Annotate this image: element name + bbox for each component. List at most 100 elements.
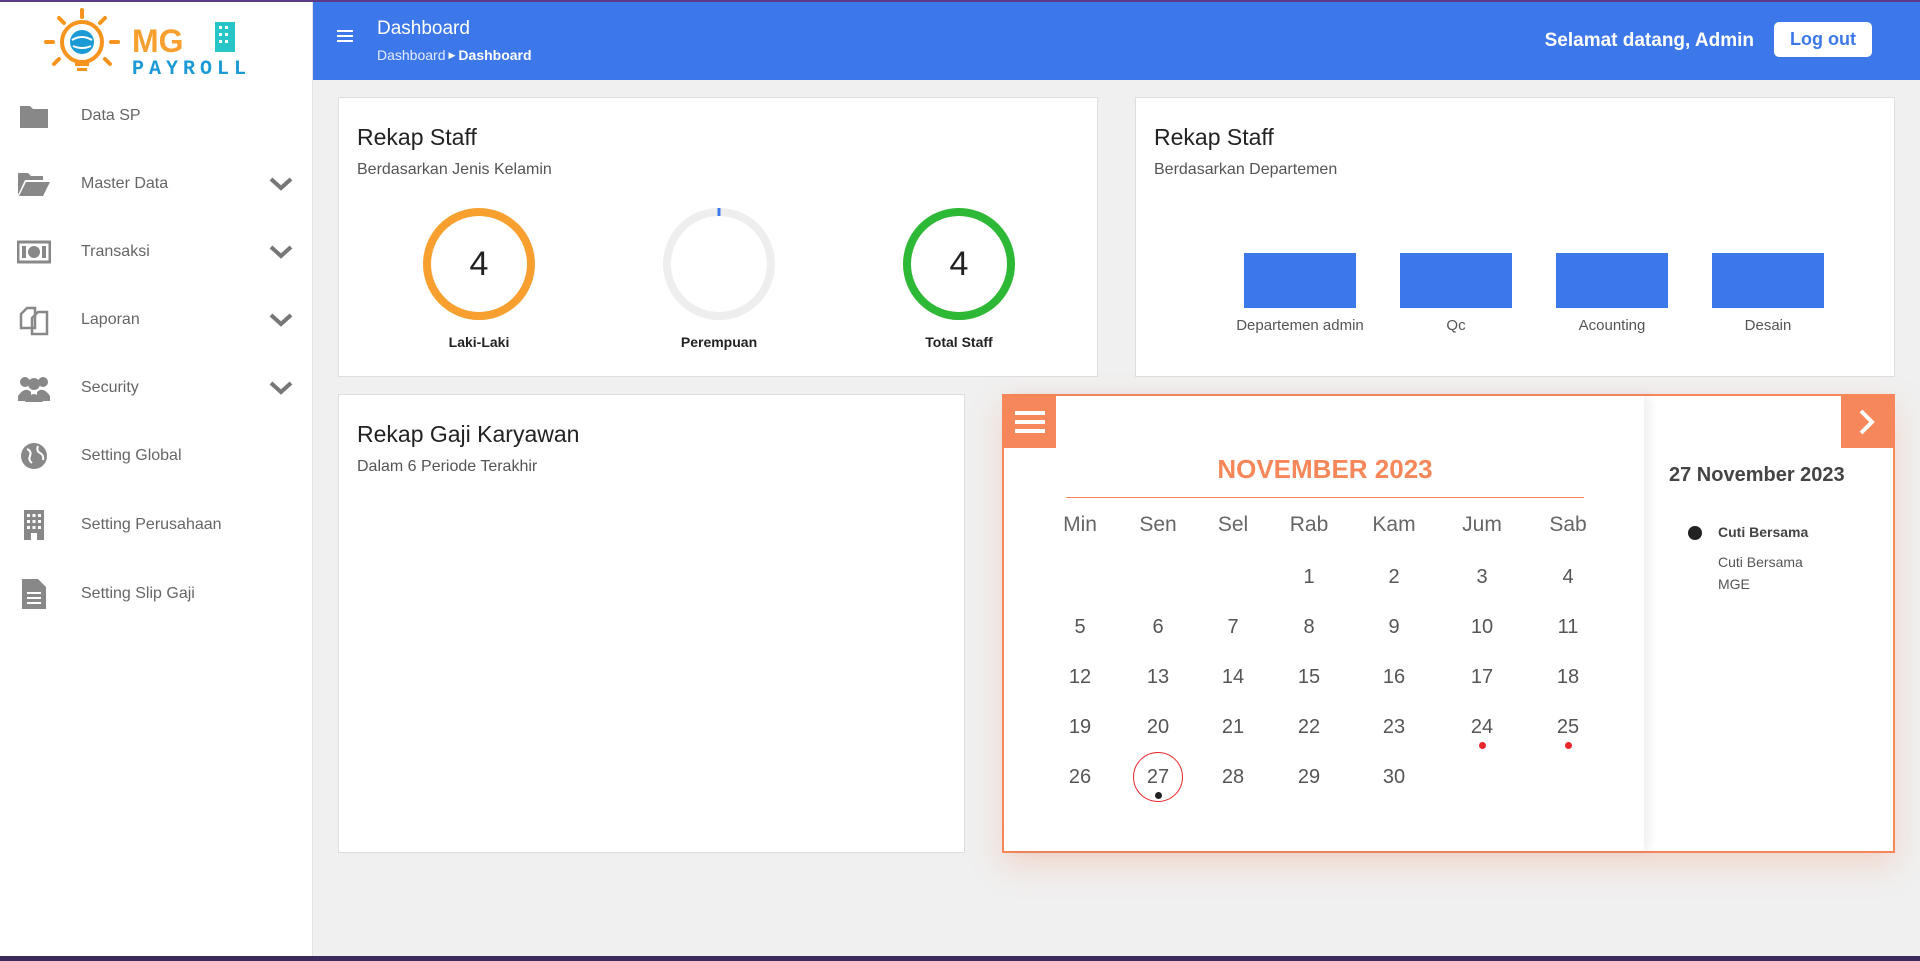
event-marker-dot (1154, 792, 1162, 799)
sidebar-item-setting-perusahaan[interactable]: Setting Perusahaan (0, 497, 313, 553)
calendar-day[interactable]: 21 (1208, 702, 1258, 752)
calendar-menu-button[interactable] (1004, 396, 1056, 448)
bar-label: Desain (1744, 317, 1792, 334)
staff-gender-card: Rekap Staff Berdasarkan Jenis Kelamin 4 … (338, 97, 1098, 377)
chevron-down-icon[interactable] (268, 171, 294, 197)
donut-perempuan (661, 206, 777, 322)
calendar-day[interactable]: 5 (1055, 602, 1105, 652)
window-top-edge (0, 0, 1920, 2)
calendar-day[interactable]: 3 (1457, 552, 1507, 602)
calendar-day[interactable]: 15 (1284, 652, 1334, 702)
card-subtitle: Berdasarkan Departemen (1154, 161, 1338, 178)
calendar-day[interactable]: 17 (1457, 652, 1507, 702)
calendar-day[interactable]: 6 (1133, 602, 1183, 652)
card-title: Rekap Staff (1154, 124, 1274, 150)
weekday-label: Kam (1372, 513, 1416, 536)
calendar-divider (1066, 497, 1584, 498)
calendar-day[interactable]: 11 (1543, 602, 1593, 652)
bar-acounting[interactable] (1556, 253, 1668, 308)
event-marker-dot (1564, 742, 1572, 749)
sidebar-item-setting-global[interactable]: Setting Global (0, 428, 313, 484)
calendar-day[interactable]: 16 (1369, 652, 1419, 702)
event-marker-dot (1478, 742, 1486, 749)
caret-right-icon: ▶ (448, 49, 456, 60)
donut-total-staff: 4 (901, 206, 1017, 322)
calendar-month-title: NOVEMBER 2023 (1217, 454, 1433, 484)
bar-departemen-admin[interactable] (1244, 253, 1356, 308)
weekday-label: Sab (1549, 513, 1587, 536)
calendar-day[interactable]: 8 (1284, 602, 1334, 652)
sidebar-item-data-sp[interactable]: Data SP (0, 88, 313, 144)
menu-icon (1015, 411, 1045, 433)
selected-date-title: 27 November 2023 (1669, 464, 1845, 486)
welcome-text: Selamat datang, Admin (1544, 30, 1754, 51)
bar-qc[interactable] (1400, 253, 1512, 308)
donut-label: Perempuan (680, 334, 758, 350)
donut-value: 4 (949, 244, 969, 283)
sidebar-item-label: Transaksi (81, 243, 150, 260)
calendar-day[interactable]: 19 (1055, 702, 1105, 752)
calendar-next-button[interactable] (1841, 396, 1893, 448)
donut-value (661, 206, 777, 322)
calendar-month-panel: NOVEMBER 2023 Min Sen Sel Rab Kam Jum Sab 1234… (1004, 396, 1644, 851)
window-bottom-edge (0, 956, 1920, 961)
salary-card: Rekap Gaji Karyawan Dalam 6 Periode Tera… (338, 394, 965, 853)
sidebar-item-laporan[interactable]: Laporan (0, 292, 313, 348)
calendar-day[interactable]: 1 (1284, 552, 1334, 602)
bar-label: Departemen admin (1236, 317, 1364, 334)
sidebar-item-label: Data SP (81, 107, 141, 124)
globe-icon (17, 439, 51, 473)
top-header: Dashboard Dashboard ▶ Dashboard Selamat … (313, 0, 1920, 80)
calendar-day[interactable]: 9 (1369, 602, 1419, 652)
sidebar-item-label: Laporan (81, 311, 140, 328)
bar-desain[interactable] (1712, 253, 1824, 308)
calendar-day[interactable]: 14 (1208, 652, 1258, 702)
card-subtitle: Berdasarkan Jenis Kelamin (357, 161, 552, 178)
weekday-label: Sel (1217, 513, 1249, 536)
event-description: Cuti Bersama MGE (1718, 551, 1803, 595)
money-icon (17, 235, 51, 269)
calendar-day[interactable]: 26 (1055, 752, 1105, 802)
sidebar-item-setting-slip-gaji[interactable]: Setting Slip Gaji (0, 566, 313, 622)
weekday-label: Rab (1289, 513, 1329, 536)
card-subtitle: Dalam 6 Periode Terakhir (357, 458, 538, 475)
mg-payroll-logo[interactable]: MG PAYROLL (40, 4, 260, 81)
bar-label: Qc (1446, 317, 1466, 334)
donut-label: Total Staff (925, 334, 993, 350)
logo-text-mg: MG (132, 23, 184, 59)
sidebar-item-security[interactable]: Security (0, 360, 313, 416)
calendar-day[interactable]: 23 (1369, 702, 1419, 752)
bar-label: Acounting (1578, 317, 1646, 334)
sidebar-item-master-data[interactable]: Master Data (0, 156, 313, 212)
weekday-label: Sen (1139, 513, 1177, 536)
calendar-day[interactable]: 18 (1543, 652, 1593, 702)
page-title: Dashboard (377, 18, 470, 39)
sidebar-item-label: Setting Perusahaan (81, 516, 222, 533)
chevron-down-icon[interactable] (268, 239, 294, 265)
chevron-down-icon[interactable] (268, 375, 294, 401)
calendar-day[interactable]: 30 (1369, 752, 1419, 802)
logo-text-payroll: PAYROLL (132, 58, 251, 80)
calendar-day[interactable]: 29 (1284, 752, 1334, 802)
sidebar-item-transaksi[interactable]: Transaksi (0, 224, 313, 280)
users-icon (17, 371, 51, 405)
calendar-day[interactable]: 22 (1284, 702, 1334, 752)
calendar-day[interactable]: 13 (1133, 652, 1183, 702)
calendar-day[interactable]: 12 (1055, 652, 1105, 702)
calendar-day[interactable]: 7 (1208, 602, 1258, 652)
breadcrumb-link[interactable]: Dashboard (377, 47, 446, 63)
calendar-widget: NOVEMBER 2023 Min Sen Sel Rab Kam Jum Sab 1234… (1002, 394, 1895, 853)
calendar-day[interactable]: 2 (1369, 552, 1419, 602)
logout-button[interactable]: Log out (1774, 22, 1872, 57)
calendar-day[interactable]: 10 (1457, 602, 1507, 652)
calendar-day[interactable]: 4 (1543, 552, 1593, 602)
chevron-down-icon[interactable] (268, 307, 294, 333)
donut-value: 4 (469, 244, 489, 283)
calendar-day[interactable]: 28 (1208, 752, 1258, 802)
staff-dept-card: Rekap Staff Berdasarkan Departemen Depar… (1135, 97, 1895, 377)
event-title[interactable]: Cuti Bersama (1718, 524, 1808, 540)
menu-toggle-icon[interactable] (337, 30, 353, 46)
calendar-day[interactable]: 20 (1133, 702, 1183, 752)
breadcrumb: Dashboard ▶ Dashboard (377, 47, 532, 63)
sidebar-item-label: Master Data (81, 175, 169, 192)
